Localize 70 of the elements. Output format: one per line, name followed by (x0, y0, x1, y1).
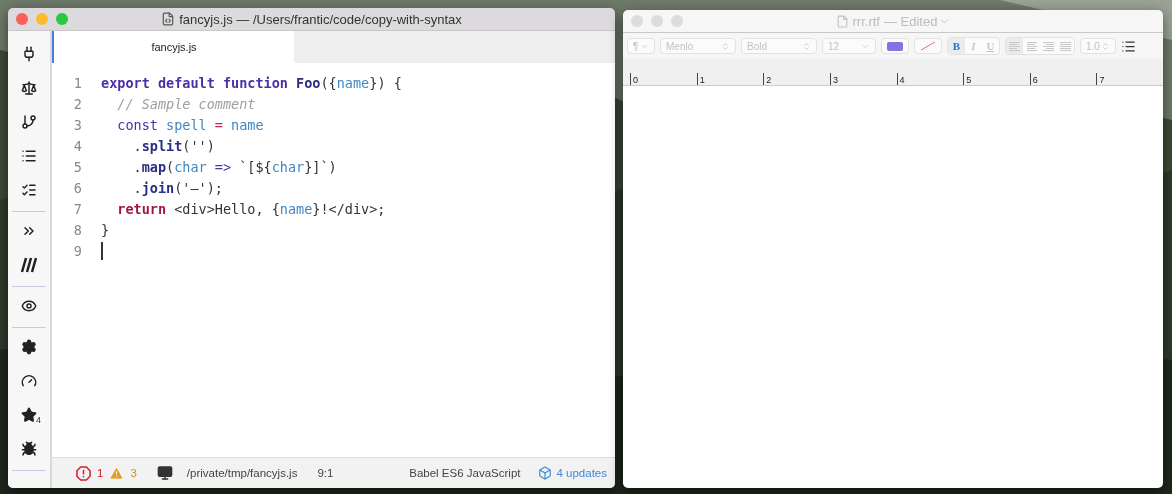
ruler-number: 1 (696, 73, 764, 85)
updates-link[interactable]: 4 updates (538, 466, 607, 480)
slashes-icon[interactable] (21, 257, 37, 273)
align-lines-icon (1060, 41, 1071, 51)
line-number: 8 (72, 221, 82, 238)
ruler-number: 0 (630, 73, 697, 85)
line-number: 1 (72, 74, 82, 91)
code-line: .split('') (132, 137, 215, 154)
style-button[interactable]: B (948, 38, 965, 54)
code-line: export default function Foo({name}) { (101, 74, 402, 91)
star-count: 4 (36, 415, 41, 425)
editor-tab[interactable]: fancyjs.js (52, 31, 294, 63)
code-line: } (101, 221, 110, 238)
line-number: 5 (72, 158, 82, 175)
warning-icon (109, 465, 125, 481)
ruler[interactable]: 0 1 2 3 4 5 6 7 (623, 59, 1163, 86)
line-number: 9 (72, 242, 82, 259)
ruler-number: 4 (896, 73, 964, 85)
gear-icon[interactable] (21, 339, 37, 355)
branch-icon[interactable] (21, 114, 37, 130)
error-count[interactable]: 1 (97, 467, 104, 479)
line-number: 2 (72, 95, 82, 112)
cursor-position[interactable]: 9:1 (317, 467, 334, 479)
code-line: .join('–'); (132, 179, 223, 196)
text-color-well[interactable] (881, 38, 909, 54)
checklist-icon[interactable] (21, 182, 37, 198)
list-icon[interactable] (1121, 38, 1136, 54)
star-icon[interactable] (21, 407, 37, 423)
package-icon (538, 466, 553, 480)
scale-icon[interactable] (21, 80, 37, 96)
dropdown[interactable]: ¶ (627, 38, 655, 54)
ruler-number: 6 (1029, 73, 1097, 85)
line-number: 4 (72, 137, 82, 154)
no-color-icon (920, 41, 936, 51)
edited-label[interactable]: — Edited (883, 13, 938, 29)
ruler-number: 3 (829, 73, 897, 85)
code-line: const spell = name (116, 116, 264, 133)
stepper-arrows-icon (1101, 41, 1110, 51)
list-icon[interactable] (21, 148, 37, 164)
grammar-label[interactable]: Babel ES6 JavaScript (409, 467, 521, 479)
align-lines-icon (1043, 41, 1054, 51)
dropdown[interactable]: 12 (822, 38, 876, 54)
js-file-icon (161, 12, 176, 26)
stepper-arrows-icon (802, 41, 811, 51)
align-lines-icon (1009, 41, 1020, 51)
background-color-well[interactable] (914, 38, 942, 54)
stepper-field[interactable]: Menlo (660, 38, 736, 54)
ruler-number: 2 (763, 73, 830, 85)
gauge-icon[interactable] (21, 373, 37, 389)
line-number: 3 (72, 116, 82, 133)
file-path[interactable]: /private/tmp/fancyjs.js (186, 467, 298, 479)
stepper-arrows-icon (721, 41, 730, 51)
error-icon (76, 465, 91, 481)
bug-icon[interactable] (21, 441, 37, 457)
code-line: // Sample comment (116, 95, 256, 112)
eye-icon[interactable] (21, 298, 37, 314)
monitor-icon[interactable] (156, 465, 173, 481)
ruler-number: 5 (963, 73, 1030, 85)
document-icon (835, 14, 849, 28)
window-title: fancyjs.js — /Users/frantic/code/copy-with-syntax (179, 11, 462, 27)
code-line: return <div>Hello, {name}!</div>; (116, 200, 386, 217)
ruler-number: 7 (1096, 73, 1163, 85)
plug-icon[interactable] (21, 46, 37, 62)
stepper-field[interactable]: Bold (741, 38, 817, 54)
warning-count[interactable]: 3 (130, 467, 137, 479)
line-number: 7 (72, 200, 82, 217)
line-number: 6 (72, 179, 82, 196)
code-line: .map(char => `[${char}]`) (132, 158, 337, 175)
window-title: rrr.rtf (852, 13, 880, 29)
align-lines-icon (1026, 41, 1037, 51)
